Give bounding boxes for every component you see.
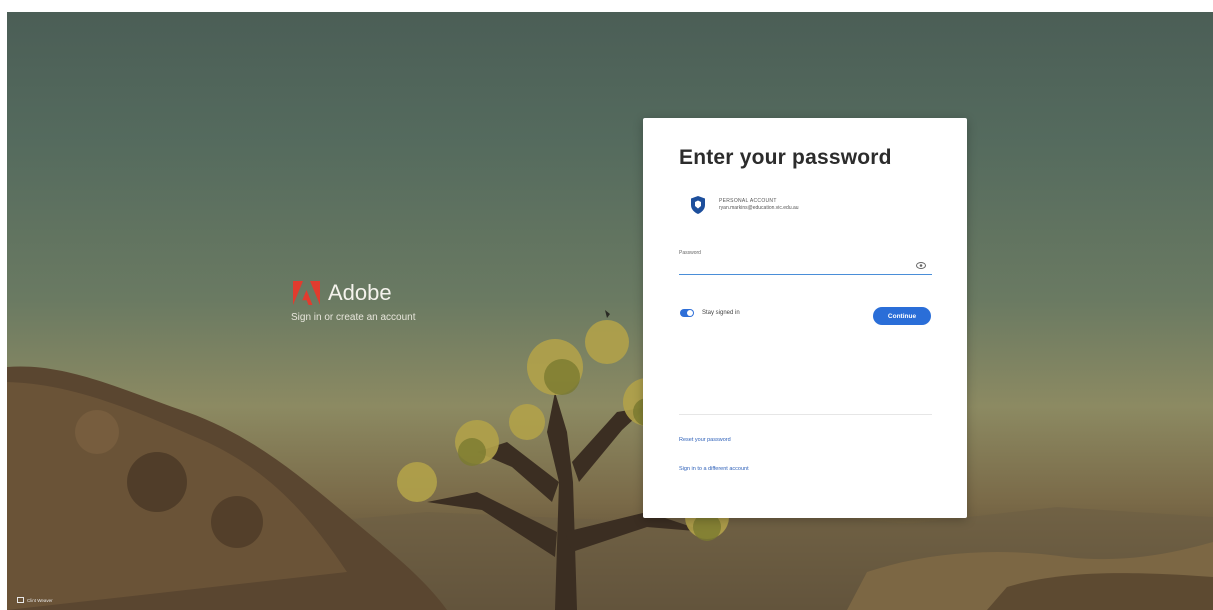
account-info: Personal account ryan.markins@education.…: [691, 196, 799, 214]
brand-subtitle: Sign in or create an account: [291, 312, 416, 323]
continue-button[interactable]: Continue: [873, 307, 931, 325]
toggle-knob: [687, 310, 693, 316]
brand-name: Adobe: [328, 280, 392, 305]
show-password-icon[interactable]: [916, 262, 926, 269]
password-field[interactable]: [679, 258, 932, 275]
stay-signed-in-label: Stay signed in: [702, 310, 740, 316]
different-account-link[interactable]: Sign in to a different account: [679, 466, 749, 472]
adobe-logo-icon: [293, 281, 320, 305]
account-email: ryan.markins@education.vic.edu.au: [719, 205, 799, 211]
account-type: Personal account: [719, 198, 777, 204]
desert-photo: [7, 310, 1213, 610]
background-scene: Adobe Sign in or create an account Clint…: [7, 12, 1213, 610]
shield-icon: [691, 196, 705, 214]
camera-icon: [17, 597, 24, 603]
divider: [679, 414, 932, 415]
password-label: Password: [679, 250, 701, 256]
brand-block: Adobe Sign in or create an account: [280, 280, 460, 323]
brand-row: Adobe: [280, 280, 460, 306]
page-title: Enter your password: [679, 146, 892, 169]
reset-password-link[interactable]: Reset your password: [679, 437, 731, 443]
photo-credit: Clint Weaver: [17, 597, 53, 603]
stay-signed-in-row: Stay signed in: [680, 309, 740, 317]
stay-signed-in-toggle[interactable]: [680, 309, 694, 317]
account-text: Personal account ryan.markins@education.…: [719, 198, 799, 212]
signin-card: Enter your password Personal account rya…: [643, 118, 967, 518]
photo-credit-label: Clint Weaver: [27, 597, 53, 603]
